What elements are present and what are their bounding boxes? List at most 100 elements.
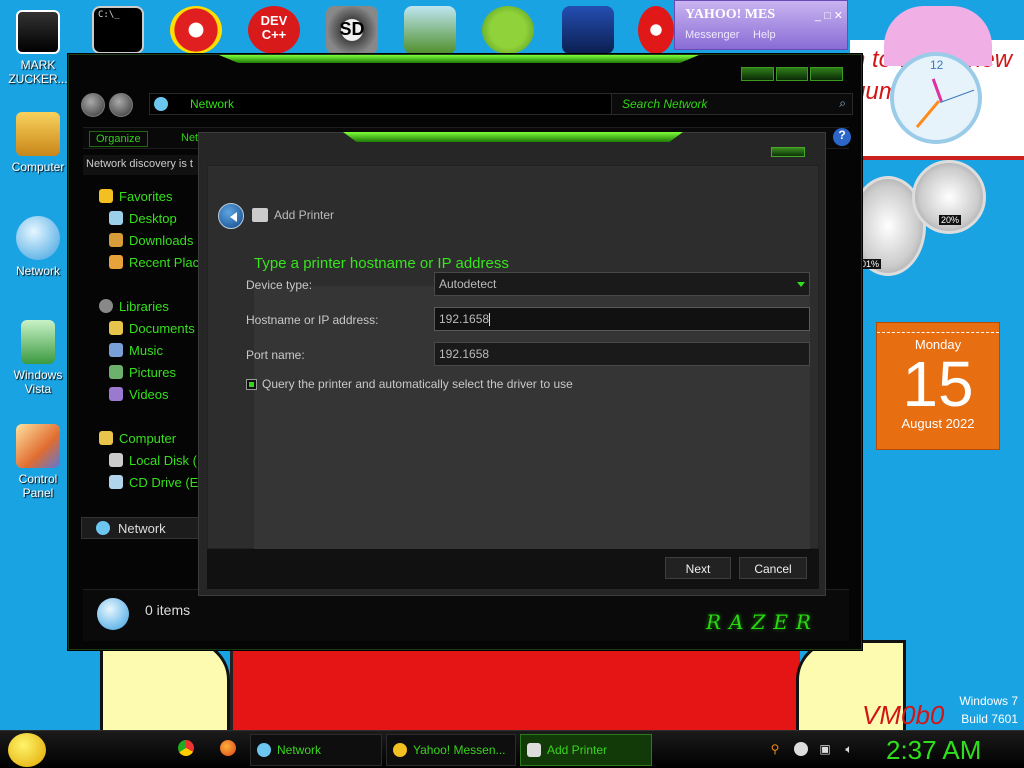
window-buttons[interactable] [741, 67, 844, 81]
desktop-icon-network[interactable]: Network [2, 216, 74, 278]
taskbar-clock[interactable]: 2:37 AM [886, 735, 981, 766]
recent-places-icon [109, 255, 123, 269]
search-placeholder: Search Network [622, 97, 708, 111]
clock-gadget: 12 [890, 52, 982, 144]
close-button[interactable] [810, 67, 844, 81]
query-printer-checkbox[interactable] [246, 379, 257, 390]
forward-button[interactable] [109, 93, 133, 117]
desktop-icon-user[interactable]: MARK ZUCKER... [2, 10, 74, 86]
device-type-select[interactable]: Autodetect [434, 272, 810, 296]
back-button[interactable] [81, 93, 105, 117]
search-tray-icon[interactable]: ⚲ [768, 742, 782, 756]
taskbar-yahoo-button[interactable]: Yahoo! Messen... [386, 734, 516, 766]
nav-documents[interactable]: Documents [109, 319, 195, 337]
nav-network-selected[interactable]: Network [81, 517, 201, 539]
yahoo-window-buttons[interactable]: _ □ ✕ [815, 9, 843, 22]
background-yellow-shape [100, 640, 230, 730]
taskbar-button-label: Add Printer [547, 743, 608, 757]
toolbar-network-button[interactable]: Net [181, 132, 198, 144]
nav-pictures[interactable]: Pictures [109, 363, 176, 381]
devcpp-icon[interactable]: DEV C++ [248, 6, 300, 54]
calendar-rings [877, 323, 999, 333]
control-panel-icon [16, 424, 60, 468]
add-printer-dialog[interactable]: Add Printer Type a printer hostname or I… [198, 132, 826, 596]
nav-label: Favorites [119, 188, 173, 204]
nav-recent-places[interactable]: Recent Plac [109, 253, 199, 271]
desktop-icon-control-panel[interactable]: Control Panel [2, 424, 74, 500]
printer-icon [252, 208, 268, 222]
address-bar[interactable]: Network ▽ ⇆ [149, 93, 679, 115]
dialog-glow [343, 132, 683, 142]
start-button[interactable] [8, 733, 46, 767]
nav-label: Documents [129, 320, 195, 336]
nav-label: Libraries [119, 298, 169, 314]
nav-favorites[interactable]: Favorites [99, 187, 172, 205]
cmd-icon[interactable]: C:\_ [92, 6, 144, 54]
network-status-icon [97, 598, 129, 630]
help-icon[interactable]: ? [833, 128, 851, 146]
desktop-icon-computer[interactable]: Computer [2, 112, 74, 174]
yahoo-messenger-menu[interactable]: Messenger [685, 29, 739, 41]
firefox-icon[interactable] [220, 740, 236, 756]
nav-libraries[interactable]: Libraries [99, 297, 169, 315]
nav-label: Computer [119, 430, 177, 446]
yahoo-help-menu[interactable]: Help [753, 29, 776, 41]
yahoo-logo: YAHOO! MES [685, 7, 776, 22]
dialog-title: Add Printer [274, 208, 335, 222]
nav-videos[interactable]: Videos [109, 385, 169, 403]
dialog-button-bar: Next Cancel [207, 549, 819, 589]
nav-label: CD Drive (E [129, 474, 199, 490]
settings-sd-icon[interactable]: SD [326, 6, 378, 54]
nav-cd-drive[interactable]: CD Drive (E [109, 473, 198, 491]
calendar-gadget: Monday 15 August 2022 [876, 322, 1000, 450]
desktop-icon-label: Windows Vista [13, 368, 63, 396]
dialog-back-button[interactable] [218, 203, 244, 229]
videos-icon [109, 387, 123, 401]
nav-desktop[interactable]: Desktop [109, 209, 177, 227]
windows-watermark: Windows 7 [959, 694, 1018, 708]
hostname-input[interactable]: 192.1658 [434, 307, 810, 331]
nav-music[interactable]: Music [109, 341, 163, 359]
radiation-icon[interactable] [638, 6, 674, 54]
chrome-icon[interactable] [178, 740, 194, 756]
build-watermark: Build 7601 [961, 712, 1018, 726]
desktop-icon-recycle-bin[interactable]: Windows Vista [2, 320, 74, 396]
printer-icon [527, 743, 541, 757]
device-type-value: Autodetect [439, 277, 497, 291]
network-icon [96, 521, 110, 535]
dialog-close-button[interactable] [771, 147, 805, 157]
volume-icon[interactable]: 🔈︎ [842, 742, 856, 756]
taskbar: Network Yahoo! Messen... Add Printer ⚲ ▣… [0, 730, 1024, 768]
nav-downloads[interactable]: Downloads [109, 231, 193, 249]
angry-birds-icon[interactable] [482, 6, 534, 54]
taskbar-network-button[interactable]: Network [250, 734, 382, 766]
cpu-percent: 01% [859, 259, 882, 269]
clock-number: 12 [930, 58, 944, 72]
pinball-icon[interactable] [170, 6, 222, 54]
desktop-icon-label: Control Panel [18, 472, 58, 500]
documents-icon [109, 321, 123, 335]
taskbar-add-printer-button[interactable]: Add Printer [520, 734, 652, 766]
razer-logo: RAZER [705, 610, 819, 634]
cancel-button[interactable]: Cancel [739, 557, 807, 579]
hostname-label: Hostname or IP address: [246, 313, 379, 327]
nav-local-disk[interactable]: Local Disk ( [109, 451, 197, 469]
nav-computer[interactable]: Computer [99, 429, 176, 447]
tray-messenger-icon[interactable] [794, 742, 808, 756]
next-button[interactable]: Next [665, 557, 731, 579]
folder-icon[interactable] [404, 6, 456, 54]
organize-button[interactable]: Organize [89, 131, 148, 147]
minimize-button[interactable] [741, 67, 774, 81]
address-network-icon [154, 97, 168, 111]
star-wars-icon[interactable] [562, 6, 614, 54]
port-name-value: 192.1658 [439, 347, 490, 361]
disk-icon [109, 453, 123, 467]
search-input[interactable]: Search Network ⌕ [611, 93, 853, 115]
clock-hour-hand [931, 78, 943, 102]
yahoo-messenger-window[interactable]: YAHOO! MES Messenger Help _ □ ✕ [674, 0, 848, 50]
query-printer-label[interactable]: Query the printer and automatically sele… [262, 377, 573, 391]
search-icon[interactable]: ⌕ [839, 96, 846, 111]
maximize-button[interactable] [775, 67, 809, 81]
port-name-input[interactable]: 192.1658 [434, 342, 810, 366]
network-tray-icon[interactable]: ▣ [818, 742, 832, 756]
